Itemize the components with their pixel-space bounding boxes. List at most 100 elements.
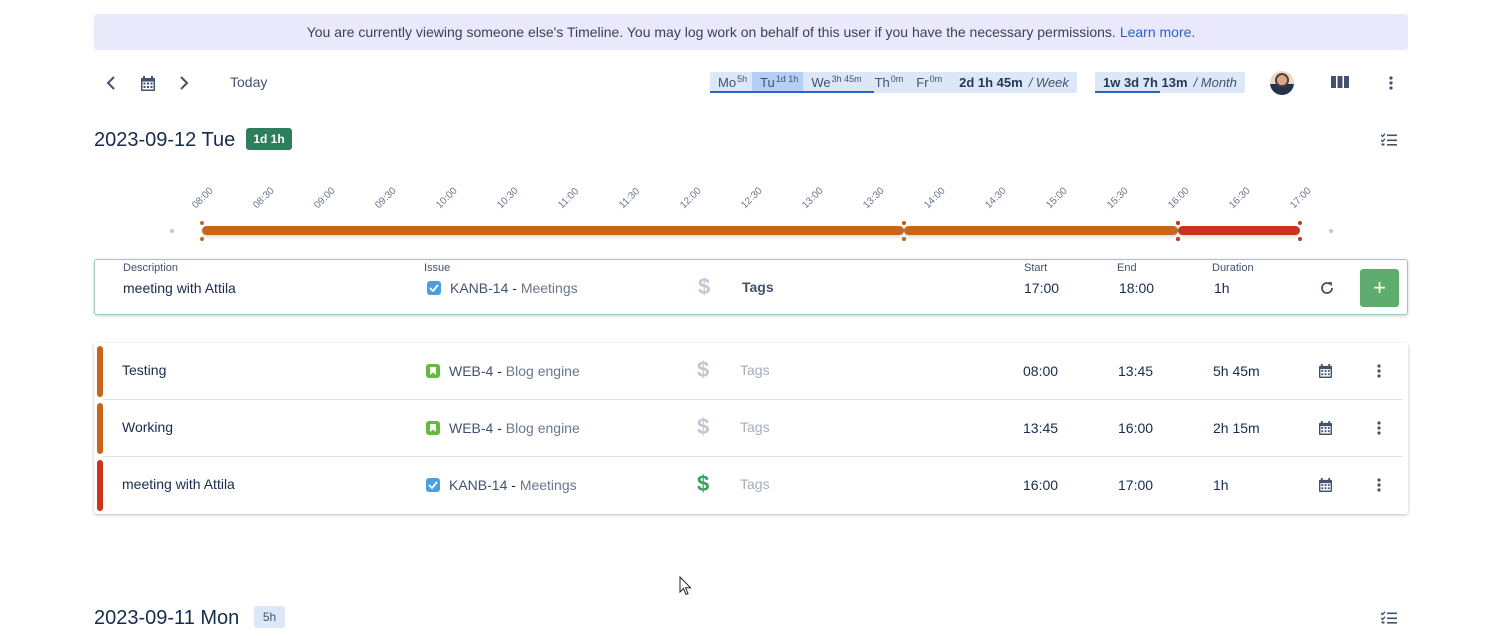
week-summary[interactable]: Mo 5h Tu 1d 1h We 3h 45m Th 0m Fr 0m 2d 1h 45… bbox=[710, 72, 1077, 93]
week-day-fr[interactable]: Fr 0m bbox=[908, 72, 947, 93]
week-day-mo[interactable]: Mo 5h bbox=[710, 72, 752, 93]
columns-icon bbox=[1331, 76, 1349, 88]
timeline-tick-label: 13:30 bbox=[861, 185, 887, 211]
timeline-tick-label: 12:30 bbox=[739, 185, 765, 211]
day-timeline[interactable]: 08:00 08:30 09:00 09:30 10:00 10:30 11:00 11:30… bbox=[160, 180, 1350, 250]
worklog-issue[interactable]: WEB-4 - Blog engine bbox=[449, 420, 580, 436]
week-progress-bar bbox=[710, 91, 875, 93]
timeline-handle[interactable] bbox=[901, 221, 906, 225]
timeline-handle[interactable] bbox=[1298, 221, 1302, 225]
checklist-button-2[interactable] bbox=[1379, 608, 1399, 626]
worklog-more-button[interactable] bbox=[1371, 362, 1387, 380]
duration-input[interactable]: 1h bbox=[1214, 280, 1230, 296]
board-view-button[interactable] bbox=[1330, 74, 1350, 90]
task-icon bbox=[427, 281, 441, 295]
worklog-more-button[interactable] bbox=[1371, 419, 1387, 437]
week-day-th[interactable]: Th 0m bbox=[867, 72, 909, 93]
worklog-description[interactable]: meeting with Attila bbox=[122, 476, 235, 492]
worklog-end[interactable]: 16:00 bbox=[1118, 420, 1153, 436]
billable-toggle[interactable]: $ bbox=[697, 357, 709, 383]
prev-day-button[interactable] bbox=[101, 73, 121, 93]
timeline-segment[interactable] bbox=[1178, 226, 1300, 235]
billable-toggle[interactable]: $ bbox=[697, 414, 709, 440]
day-value: 0m bbox=[929, 73, 943, 84]
duration-label: Duration bbox=[1212, 262, 1254, 274]
copy-to-date-button[interactable] bbox=[1316, 476, 1334, 494]
mouse-cursor-icon bbox=[679, 576, 692, 596]
copy-to-date-button[interactable] bbox=[1316, 362, 1334, 380]
worklog-duration[interactable]: 2h 15m bbox=[1213, 420, 1260, 436]
end-label: End bbox=[1117, 262, 1137, 274]
worklog-more-button[interactable] bbox=[1371, 476, 1387, 494]
calendar-icon bbox=[1318, 478, 1332, 492]
day-total-badge: 1d 1h bbox=[246, 128, 292, 150]
billable-toggle[interactable]: $ bbox=[697, 471, 709, 497]
worklog-end[interactable]: 17:00 bbox=[1118, 477, 1153, 493]
worklog-start[interactable]: 16:00 bbox=[1023, 477, 1058, 493]
learn-more-link[interactable]: Learn more. bbox=[1120, 24, 1195, 40]
week-day-we[interactable]: We 3h 45m bbox=[803, 72, 866, 93]
today-button[interactable]: Today bbox=[230, 74, 267, 90]
date-picker-button[interactable] bbox=[138, 73, 158, 93]
worklog-tags[interactable]: Tags bbox=[740, 476, 770, 492]
checklist-button[interactable] bbox=[1379, 130, 1399, 148]
user-avatar[interactable] bbox=[1270, 71, 1294, 95]
worklog-end[interactable]: 13:45 bbox=[1118, 363, 1153, 379]
checklist-icon bbox=[1381, 132, 1397, 146]
week-day-tu[interactable]: Tu 1d 1h bbox=[752, 72, 804, 93]
banner-text: You are currently viewing someone else's… bbox=[306, 24, 1116, 40]
worklog-row[interactable]: Working WEB-4 - Blog engine $ Tags 13:45… bbox=[94, 400, 1408, 457]
chevron-right-icon bbox=[180, 76, 189, 90]
worklog-row[interactable]: Testing WEB-4 - Blog engine $ Tags 08:00… bbox=[94, 343, 1408, 400]
worklog-issue[interactable]: KANB-14 - Meetings bbox=[449, 477, 577, 493]
worklog-duration[interactable]: 5h 45m bbox=[1213, 363, 1260, 379]
worklog-tags[interactable]: Tags bbox=[740, 419, 770, 435]
info-banner: You are currently viewing someone else's… bbox=[94, 14, 1408, 50]
worklog-description[interactable]: Testing bbox=[122, 362, 166, 378]
month-summary[interactable]: 1w 3d 7h 13m / Month bbox=[1095, 72, 1245, 93]
worklog-tags[interactable]: Tags bbox=[740, 362, 770, 378]
day-label: We bbox=[811, 75, 831, 90]
timeline-handle[interactable] bbox=[901, 237, 906, 241]
issue-key: KANB-14 bbox=[450, 280, 509, 296]
timeline-segment[interactable] bbox=[903, 226, 1178, 235]
worklog-description[interactable]: Working bbox=[122, 419, 173, 435]
timeline-handle[interactable] bbox=[200, 237, 204, 241]
next-day-button[interactable] bbox=[174, 73, 194, 93]
timeline-handle[interactable] bbox=[200, 221, 204, 225]
timeline-tick-label: 16:30 bbox=[1227, 185, 1253, 211]
day-label: Mo bbox=[718, 75, 737, 90]
copy-to-date-button[interactable] bbox=[1316, 419, 1334, 437]
timeline-handle[interactable] bbox=[1176, 237, 1180, 241]
issue-summary: Blog engine bbox=[505, 420, 580, 436]
worklog-color-strip bbox=[97, 460, 103, 511]
calendar-icon bbox=[1318, 364, 1332, 378]
reset-button[interactable] bbox=[1318, 279, 1336, 297]
billable-toggle[interactable]: $ bbox=[698, 274, 710, 300]
timeline-tick-label: 14:00 bbox=[922, 185, 948, 211]
timeline-tick-label: 08:00 bbox=[190, 185, 216, 211]
start-input[interactable]: 17:00 bbox=[1024, 280, 1059, 296]
more-options-button[interactable] bbox=[1382, 74, 1400, 92]
worklog-start[interactable]: 13:45 bbox=[1023, 420, 1058, 436]
add-worklog-button[interactable]: + bbox=[1360, 269, 1399, 307]
end-input[interactable]: 18:00 bbox=[1119, 280, 1154, 296]
timeline-tick-label: 10:00 bbox=[434, 185, 460, 211]
story-icon bbox=[426, 421, 440, 435]
worklog-issue[interactable]: WEB-4 - Blog engine bbox=[449, 363, 580, 379]
tags-field[interactable]: Tags bbox=[742, 279, 774, 295]
worklog-duration[interactable]: 1h bbox=[1213, 477, 1229, 493]
timeline-handle[interactable] bbox=[1176, 221, 1180, 225]
worklog-row[interactable]: meeting with Attila KANB-14 - Meetings $… bbox=[94, 457, 1408, 514]
day-value: 5h bbox=[737, 73, 748, 84]
description-input[interactable]: meeting with Attila bbox=[123, 280, 236, 296]
more-vertical-icon bbox=[1377, 478, 1381, 492]
timeline-tick-label: 09:00 bbox=[312, 185, 338, 211]
worklog-start[interactable]: 08:00 bbox=[1023, 363, 1058, 379]
month-total: 1w 3d 7h 13m bbox=[1103, 75, 1188, 90]
timeline-tick-label: 12:00 bbox=[678, 185, 704, 211]
chevron-left-icon bbox=[106, 76, 115, 90]
timeline-segment[interactable] bbox=[202, 226, 904, 235]
issue-picker[interactable]: KANB-14 - Meetings bbox=[450, 280, 578, 296]
timeline-handle[interactable] bbox=[1298, 237, 1302, 241]
